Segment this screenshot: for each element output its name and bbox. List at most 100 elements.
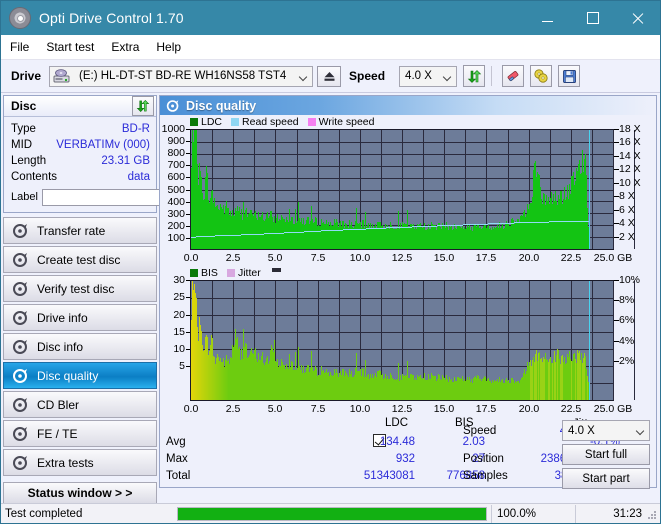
disc-row-type: Type BD-R (11, 121, 150, 137)
y-axis-tick (186, 332, 190, 333)
speed-select[interactable]: 4.0 X (399, 65, 458, 87)
erase-button[interactable] (502, 65, 525, 87)
disc-panel-header: Disc (4, 96, 156, 117)
status-bar: Test completed 100.0% 31:23 (1, 503, 660, 523)
disc-row-key: Length (11, 155, 47, 167)
application-window: Opti Drive Control 1.70 File Start test … (0, 0, 661, 524)
legend-item-jitter: Jitter (226, 267, 261, 279)
window-title: Opti Drive Control 1.70 (39, 10, 184, 26)
legend-swatch (226, 268, 235, 277)
disc-icon (13, 455, 27, 470)
y-axis-tick-label: 600 (167, 171, 185, 183)
sidebar-item-label: Verify test disc (37, 281, 115, 296)
sidebar-item-fe-te[interactable]: FE / TE (3, 420, 157, 447)
eject-button[interactable] (317, 65, 342, 87)
y2-axis-tick-label: 14 X (619, 150, 641, 162)
disc-label-key: Label (11, 191, 38, 203)
stats-col-ldc: LDC (385, 417, 409, 429)
x-axis-tick-label: 25.0 GB (593, 403, 633, 415)
sidebar-item-label: Extra tests (37, 455, 94, 470)
y-axis-tick-label: 900 (167, 135, 185, 147)
sidebar-item-verify-test-disc[interactable]: Verify test disc (3, 275, 157, 302)
disc-row-value: BD-R (121, 123, 150, 135)
y-axis-tick (186, 226, 190, 227)
resize-grip[interactable] (647, 510, 657, 520)
disc-quality-panel: Disc quality LDC Read speed Write speed (159, 95, 657, 489)
maximize-button[interactable] (570, 1, 615, 35)
save-button[interactable] (558, 65, 581, 87)
y-axis-tick-label: 25 (173, 291, 185, 303)
y-axis-tick-label: 15 (173, 326, 185, 338)
legend-label: Write speed (318, 115, 375, 128)
legend-item-read-speed: Read speed (231, 116, 299, 128)
sidebar-item-label: CD Bler (37, 397, 80, 412)
chevron-down-icon (637, 428, 644, 435)
disc-icon (13, 281, 27, 296)
disc-panel: Disc Type BD-R MID VERBATIMv (000) Lengt… (3, 95, 245, 213)
y-axis-tick-label: 20 (173, 309, 185, 321)
legend-item-ldc: LDC (190, 116, 222, 128)
y2-axis-tick-label: 6% (619, 314, 635, 326)
y-axis-tick (186, 129, 190, 130)
menu-item-file[interactable]: File (10, 40, 29, 54)
sidebar-item-extra-tests[interactable]: Extra tests (3, 449, 157, 476)
y2-axis-tick (614, 300, 619, 301)
sidebar-item-disc-quality[interactable]: Disc quality (3, 362, 157, 389)
ldc-legend: LDC Read speed Write speed (160, 115, 656, 128)
menu-item-help[interactable]: Help (156, 40, 181, 54)
disc-row-key: Type (11, 123, 36, 135)
y2-axis-tick (614, 223, 619, 224)
result-speed-value: 4.0 X (568, 424, 595, 437)
y2-axis-tick (614, 196, 619, 197)
y-axis-tick-label: 100 (167, 232, 185, 244)
y-axis-tick-label: 300 (167, 208, 185, 220)
disc-refresh-button[interactable] (132, 96, 154, 116)
refresh-button[interactable] (463, 65, 486, 87)
start-full-button[interactable]: Start full (562, 444, 650, 465)
y-axis-tick-label: 30 (173, 274, 185, 286)
refresh-icon (136, 100, 150, 112)
minimize-button[interactable] (525, 1, 570, 35)
y2-axis-tick (614, 280, 619, 281)
disc-panel-title: Disc (11, 99, 37, 113)
menu-bar: File Start test Extra Help (1, 35, 660, 60)
y-axis-tick-label: 500 (167, 184, 185, 196)
legend-swatch (231, 117, 240, 126)
disc-icon (13, 426, 27, 441)
sidebar-item-label: Create test disc (37, 252, 121, 267)
legend-swatch (307, 117, 316, 126)
disc-quality-header: Disc quality (160, 96, 656, 115)
status-window-button[interactable]: Status window > > (3, 482, 157, 504)
sidebar-item-label: Disc quality (37, 368, 99, 383)
y2-axis-tick (614, 210, 619, 211)
sidebar-item-create-test-disc[interactable]: Create test disc (3, 246, 157, 273)
y-axis-tick (186, 177, 190, 178)
disc-row-value: VERBATIMv (000) (56, 139, 150, 151)
legend-swatch (190, 268, 198, 277)
stats-total-ldc: 51343081 (363, 470, 415, 482)
result-speed-select[interactable]: 4.0 X (562, 420, 650, 441)
sidebar-item-transfer-rate[interactable]: Transfer rate (3, 217, 157, 244)
sidebar-item-disc-info[interactable]: Disc info (3, 333, 157, 360)
drive-icon (53, 68, 70, 82)
y2-axis-tick-label: 8 X (619, 190, 635, 202)
bis-chart[interactable]: 30 25 20 15 10 5 10% 8% 6% 4% 2% 0.0 2.5 5.0 7.5 10.0 12… (160, 274, 656, 417)
ldc-plot-area (190, 129, 635, 250)
y2-axis-tick (614, 320, 619, 321)
discs-button[interactable] (530, 65, 553, 87)
app-disc-icon (9, 7, 31, 29)
title-bar: Opti Drive Control 1.70 (1, 1, 660, 35)
ldc-chart[interactable]: 1000 900 800 700 600 500 400 300 200 100 18 X 16 X 1… (160, 123, 656, 266)
start-part-button[interactable]: Start part (562, 468, 650, 489)
speed-label: Speed (349, 69, 386, 83)
drive-select[interactable]: (E:) HL-DT-ST BD-RE WH16NS58 TST4 (49, 65, 314, 87)
menu-item-start-test[interactable]: Start test (46, 40, 94, 54)
status-window-label: Status window > > (27, 486, 133, 500)
y-axis-tick (186, 349, 190, 350)
close-button[interactable] (615, 1, 660, 35)
y-axis-tick (186, 165, 190, 166)
disc-icon (13, 368, 27, 383)
sidebar-item-cd-bler[interactable]: CD Bler (3, 391, 157, 418)
menu-item-extra[interactable]: Extra (111, 40, 139, 54)
sidebar-item-drive-info[interactable]: Drive info (3, 304, 157, 331)
